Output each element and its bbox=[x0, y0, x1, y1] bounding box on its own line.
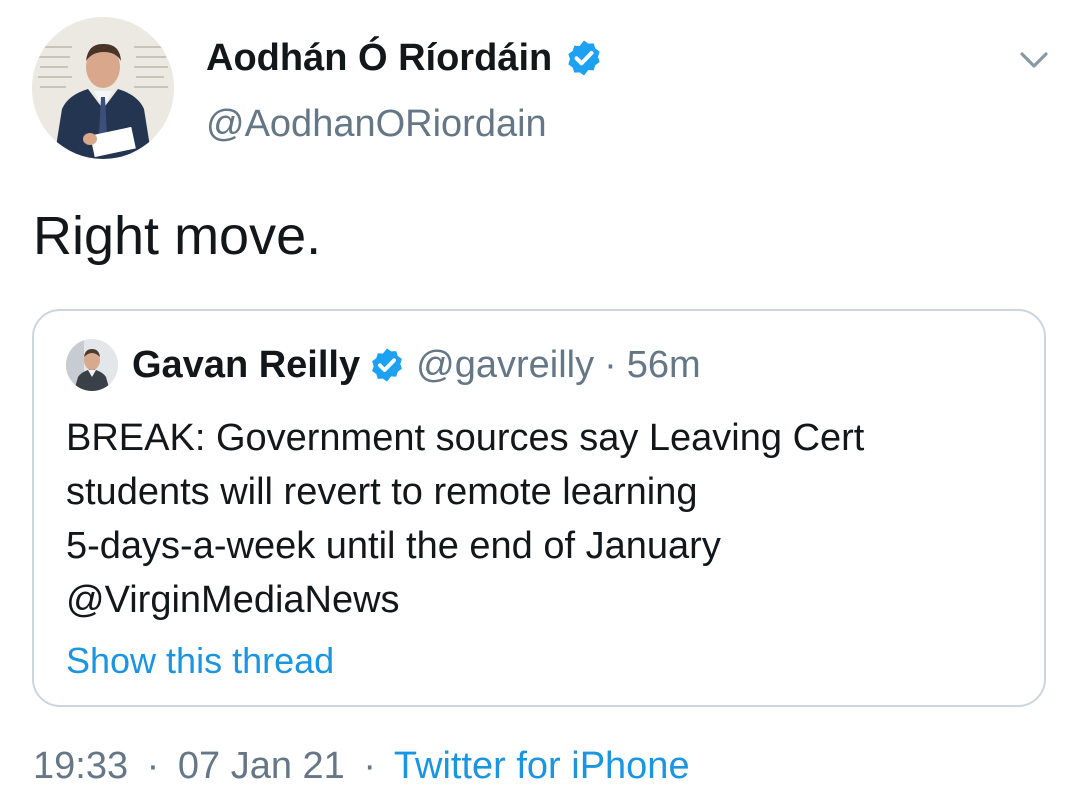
tweet-source-link[interactable]: Twitter for iPhone bbox=[394, 745, 690, 787]
chevron-down-icon[interactable] bbox=[1014, 40, 1054, 80]
tweet-date[interactable]: 07 Jan 21 bbox=[178, 745, 345, 787]
tweet-card: Aodhán Ó Ríordáin @AodhanORiordain Right… bbox=[0, 0, 1080, 806]
quoted-author-avatar[interactable] bbox=[66, 339, 118, 391]
verified-badge-icon bbox=[368, 346, 406, 384]
quoted-timestamp[interactable]: 56m bbox=[627, 344, 701, 387]
separator-dot: · bbox=[146, 745, 160, 787]
separator-dot: · bbox=[363, 745, 377, 787]
author-avatar[interactable] bbox=[32, 17, 174, 159]
quoted-tweet[interactable]: Gavan Reilly @gavreilly · 56m BREAK: Gov… bbox=[32, 309, 1046, 707]
quoted-author-name[interactable]: Gavan Reilly bbox=[132, 344, 360, 387]
show-thread-link[interactable]: Show this thread bbox=[66, 637, 334, 685]
quoted-header: Gavan Reilly @gavreilly · 56m bbox=[132, 339, 701, 391]
quoted-text-line: students will revert to remote learning bbox=[66, 471, 698, 513]
quoted-author-handle[interactable]: @gavreilly bbox=[416, 344, 594, 387]
quoted-text: BREAK: Government sources say Leaving Ce… bbox=[66, 411, 1026, 627]
author-handle[interactable]: @AodhanORiordain bbox=[206, 100, 547, 148]
verified-badge-icon bbox=[564, 38, 604, 78]
tweet-time[interactable]: 19:33 bbox=[33, 745, 128, 787]
author-name[interactable]: Aodhán Ó Ríordáin bbox=[206, 34, 552, 82]
tweet-text: Right move. bbox=[33, 206, 322, 266]
mention-link[interactable]: @VirginMediaNews bbox=[66, 573, 1026, 627]
tweet-meta: 19:33 · 07 Jan 21 · Twitter for iPhone bbox=[33, 742, 690, 790]
quoted-author-avatar-image bbox=[66, 339, 118, 391]
quoted-text-line: 5-days-a-week until the end of January bbox=[66, 525, 721, 567]
separator-dot: · bbox=[604, 343, 617, 386]
author-name-row[interactable]: Aodhán Ó Ríordáin bbox=[206, 34, 604, 82]
author-avatar-image bbox=[32, 17, 174, 159]
quoted-text-line: BREAK: Government sources say Leaving Ce… bbox=[66, 417, 865, 459]
